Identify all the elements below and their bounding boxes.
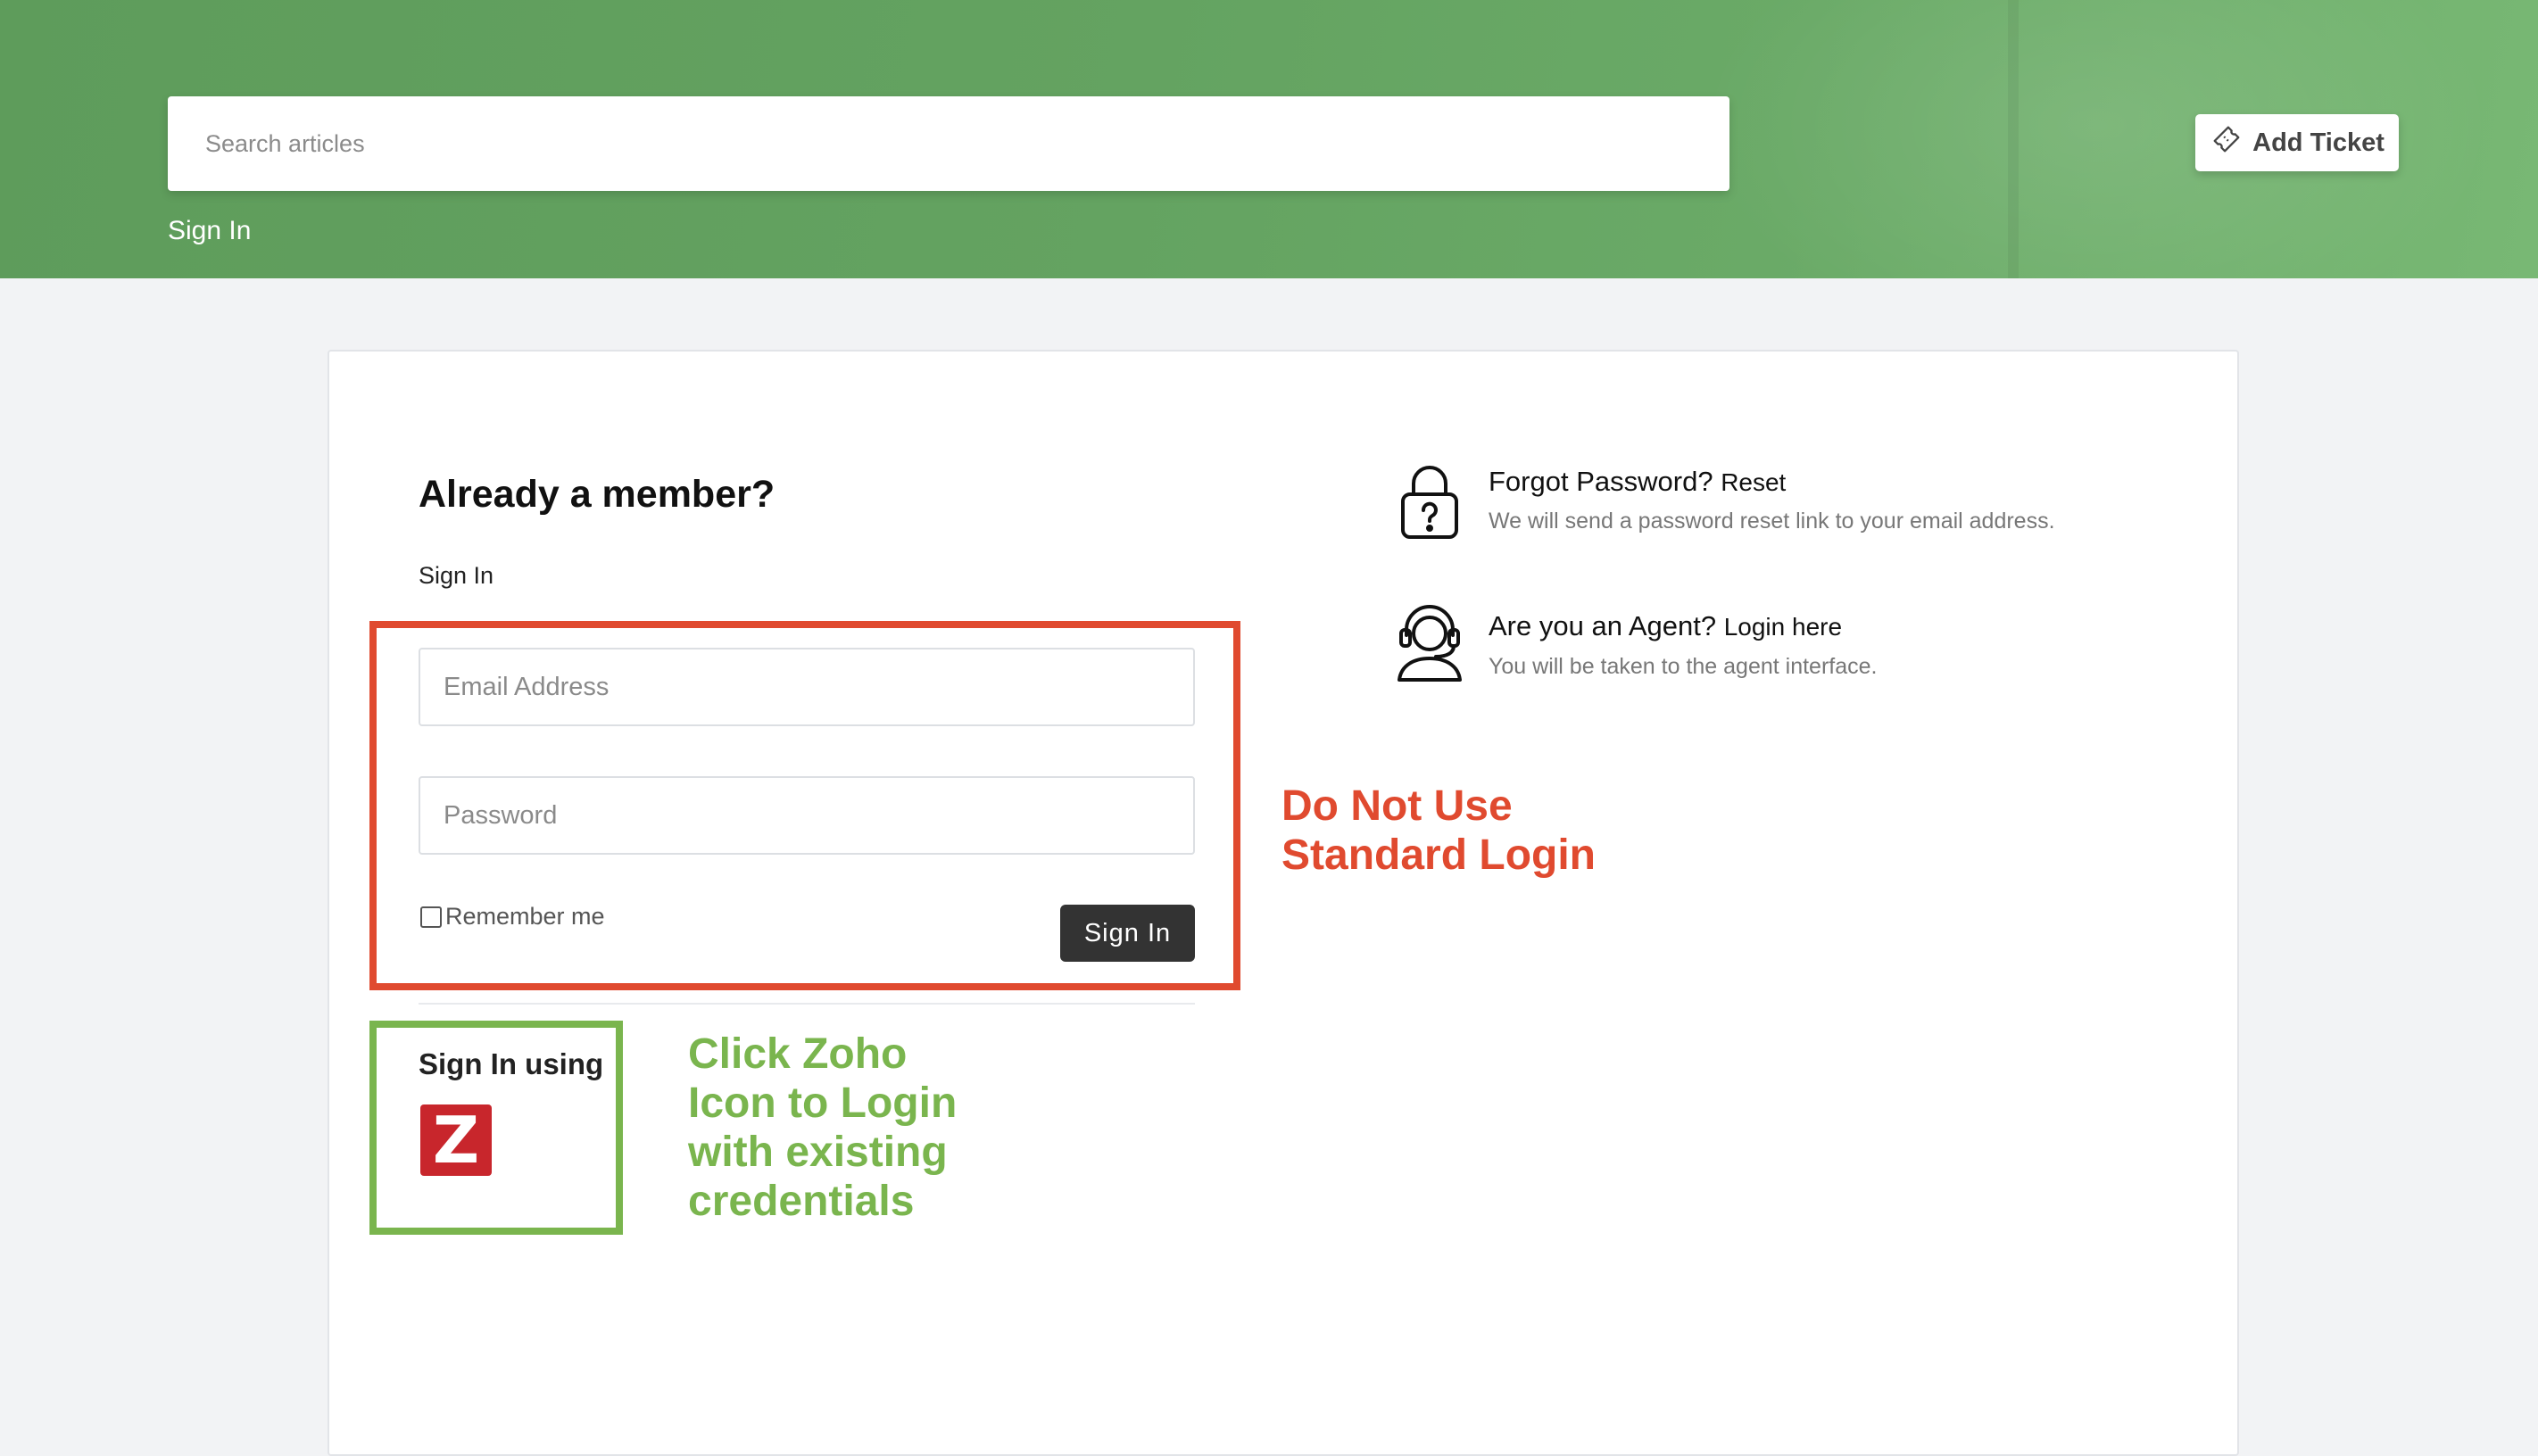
banner-decoration-stripe xyxy=(2008,0,2019,278)
page-title: Already a member? xyxy=(419,473,776,516)
agent-login-row: Are you an Agent? Login here xyxy=(1489,610,1842,642)
signin-using-label: Sign In using xyxy=(419,1047,604,1080)
agent-description: You will be taken to the agent interface… xyxy=(1489,654,1878,679)
annotation-green-line: Icon to Login xyxy=(688,1080,958,1127)
reset-password-link[interactable]: Reset xyxy=(1721,468,1786,496)
lock-question-icon xyxy=(1398,462,1462,547)
annotation-green-line: Click Zoho xyxy=(688,1030,908,1078)
forgot-password-row: Forgot Password? Reset xyxy=(1489,466,1786,498)
annotation-red-line: Standard Login xyxy=(1281,831,1596,879)
add-ticket-label: Add Ticket xyxy=(2252,128,2385,157)
zoho-icon-letter: Z xyxy=(432,1103,480,1178)
annotation-green-note: Click Zoho Icon to Login with existing c… xyxy=(688,1030,957,1226)
annotation-red-box xyxy=(369,621,1240,990)
annotation-green-line: with existing xyxy=(688,1129,948,1176)
signin-section-label: Sign In xyxy=(419,562,494,589)
header-signin-link[interactable]: Sign In xyxy=(168,216,251,246)
annotation-green-line: credentials xyxy=(688,1178,915,1225)
agent-headset-icon xyxy=(1394,603,1465,688)
search-input[interactable] xyxy=(203,95,1729,192)
zoho-icon[interactable]: Z xyxy=(420,1104,492,1176)
add-ticket-button[interactable]: Add Ticket xyxy=(2195,114,2399,171)
agent-title: Are you an Agent? xyxy=(1489,610,1717,641)
ticket-icon xyxy=(2210,122,2244,163)
search-box[interactable] xyxy=(168,95,1729,192)
annotation-red-line: Do Not Use xyxy=(1281,782,1513,830)
forgot-password-title: Forgot Password? xyxy=(1489,466,1713,497)
forgot-password-description: We will send a password reset link to yo… xyxy=(1489,509,2055,534)
annotation-red-note: Do Not Use Standard Login xyxy=(1281,782,1596,880)
divider xyxy=(419,1003,1195,1005)
agent-login-link[interactable]: Login here xyxy=(1724,613,1842,641)
